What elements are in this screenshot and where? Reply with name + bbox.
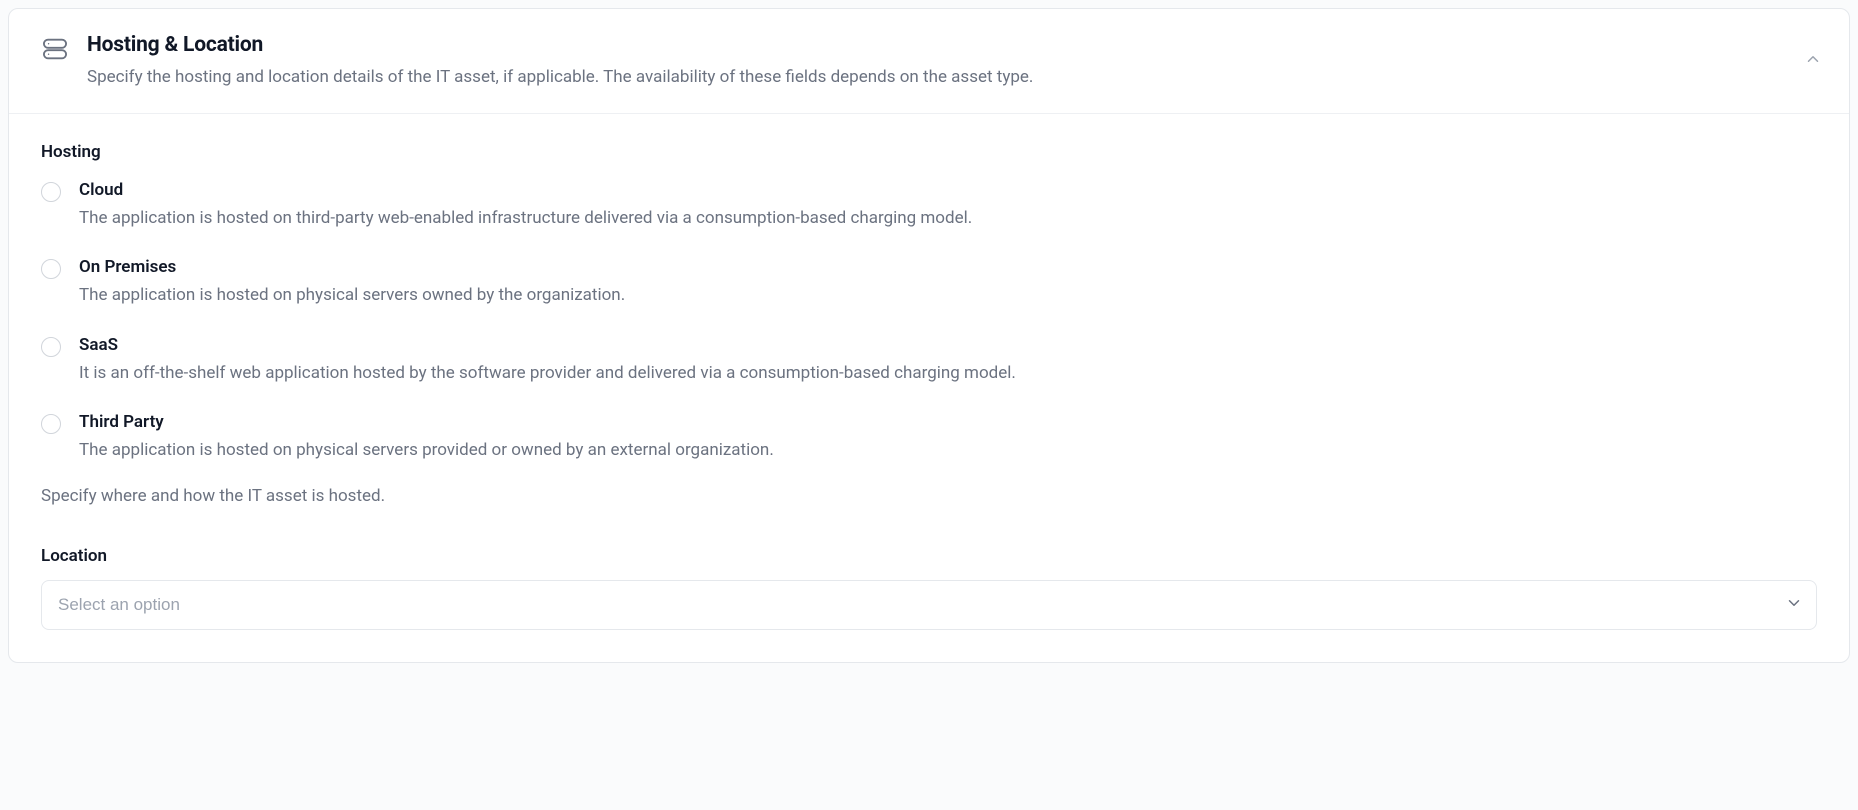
radio-text: On Premises The application is hosted on… (79, 257, 1817, 309)
radio-desc: The application is hosted on physical se… (79, 438, 1817, 464)
panel-header-text: Hosting & Location Specify the hosting a… (87, 33, 1817, 91)
location-select-placeholder: Select an option (58, 595, 180, 615)
radio-text: SaaS It is an off-the-shelf web applicat… (79, 335, 1817, 387)
radio-title: Cloud (79, 180, 123, 200)
hosting-option-saas[interactable]: SaaS It is an off-the-shelf web applicat… (41, 335, 1817, 387)
radio-text: Cloud The application is hosted on third… (79, 180, 1817, 232)
hosting-location-panel: Hosting & Location Specify the hosting a… (8, 8, 1850, 663)
chevron-up-icon (1804, 50, 1822, 71)
panel-body: Hosting Cloud The application is hosted … (9, 114, 1849, 662)
radio-title: SaaS (79, 335, 118, 355)
location-label: Location (41, 546, 1817, 566)
hosting-helper-text: Specify where and how the IT asset is ho… (41, 486, 1817, 506)
panel-title: Hosting & Location (87, 33, 1817, 57)
hosting-label: Hosting (41, 142, 1817, 162)
radio-title: Third Party (79, 412, 164, 432)
hosting-option-third-party[interactable]: Third Party The application is hosted on… (41, 412, 1817, 464)
collapse-toggle[interactable] (1799, 47, 1827, 75)
radio-input[interactable] (41, 182, 61, 202)
radio-desc: The application is hosted on physical se… (79, 283, 1817, 309)
radio-text: Third Party The application is hosted on… (79, 412, 1817, 464)
hosting-radio-group: Cloud The application is hosted on third… (41, 180, 1817, 464)
radio-desc: It is an off-the-shelf web application h… (79, 361, 1817, 387)
hosting-option-cloud[interactable]: Cloud The application is hosted on third… (41, 180, 1817, 232)
hosting-option-on-premises[interactable]: On Premises The application is hosted on… (41, 257, 1817, 309)
location-section: Location Select an option (41, 546, 1817, 630)
location-select-wrap: Select an option (41, 580, 1817, 630)
panel-subtitle: Specify the hosting and location details… (87, 65, 1817, 91)
radio-input[interactable] (41, 337, 61, 357)
radio-input[interactable] (41, 414, 61, 434)
radio-input[interactable] (41, 259, 61, 279)
radio-title: On Premises (79, 257, 176, 277)
location-select[interactable]: Select an option (41, 580, 1817, 630)
panel-header: Hosting & Location Specify the hosting a… (9, 9, 1849, 114)
server-stack-icon (41, 35, 69, 63)
radio-desc: The application is hosted on third-party… (79, 206, 1817, 232)
